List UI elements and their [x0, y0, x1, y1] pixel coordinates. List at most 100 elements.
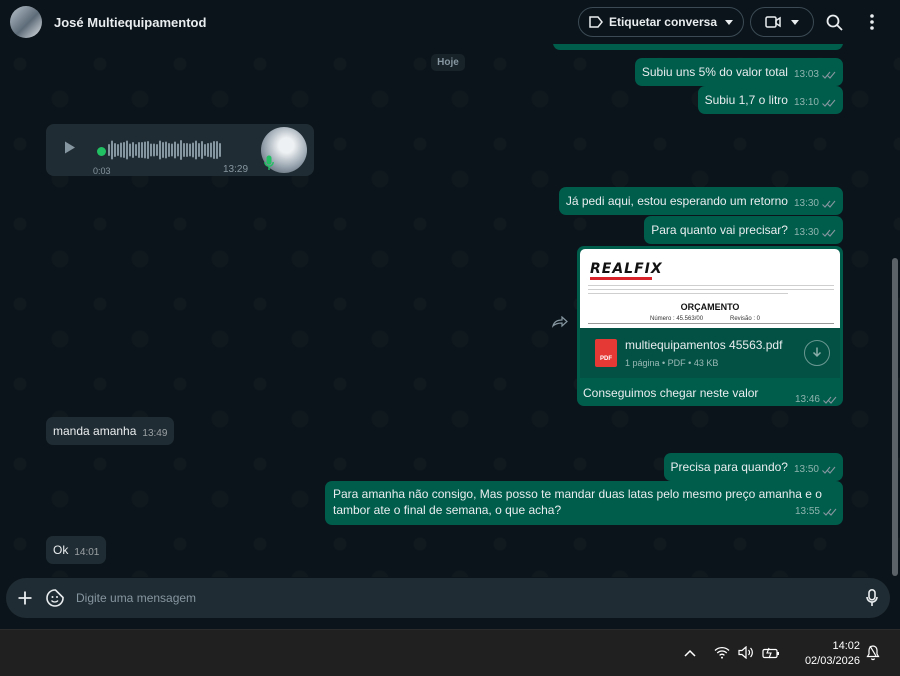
waveform-bar [183, 143, 185, 157]
notification-icon[interactable] [866, 645, 880, 661]
message-time: 13:46 [794, 394, 820, 405]
pdf-file-name: multiequipamentos 45563.pdf [625, 338, 783, 352]
double-check-icon [823, 396, 837, 404]
play-button[interactable] [64, 141, 76, 154]
message-outgoing[interactable]: Subiu 1,7 o litro 13:10 [697, 86, 843, 114]
day-separator: Hoje [431, 54, 465, 71]
menu-button[interactable] [854, 4, 890, 40]
chevron-down-icon [725, 19, 733, 25]
contact-avatar[interactable] [10, 6, 42, 38]
double-check-icon [822, 71, 836, 79]
message-incoming[interactable]: manda amanha 13:49 [46, 417, 175, 445]
waveform-bar [129, 143, 131, 157]
volume-icon[interactable] [738, 646, 755, 659]
download-button[interactable] [804, 340, 830, 366]
waveform-bar [192, 142, 194, 158]
waveform-bar [159, 140, 161, 160]
message-outgoing[interactable]: Já pedi aqui, estou esperando um retorno… [558, 187, 843, 215]
message-outgoing[interactable]: Subiu uns 5% do valor total 13:03 [634, 58, 843, 86]
message-text: Subiu uns 5% do valor total [641, 65, 788, 79]
message-text: Já pedi aqui, estou esperando um retorno [565, 194, 788, 208]
forward-icon[interactable] [552, 316, 568, 328]
waveform-bar [123, 142, 125, 158]
double-check-icon [822, 466, 836, 474]
waveform-bar [207, 143, 209, 157]
waveform-bar [213, 141, 215, 159]
audio-message: 0:03 13:29 [46, 124, 314, 176]
message-outgoing[interactable]: Para quanto vai precisar? 13:30 [644, 216, 843, 244]
waveform-bar [168, 143, 170, 157]
label-conversation-button[interactable]: Etiquetar conversa [577, 7, 744, 37]
wifi-icon[interactable] [714, 646, 730, 659]
waveform-bar [174, 141, 176, 159]
waveform-bar [144, 141, 146, 159]
pdf-file-info[interactable]: PDF multiequipamentos 45563.pdf 1 página… [580, 328, 840, 378]
message-input[interactable] [76, 591, 866, 605]
message-text: Precisa para quando? [670, 460, 788, 474]
sticker-button[interactable] [46, 589, 64, 607]
chat-header: José Multiequipamentod Etiquetar convers… [0, 0, 900, 44]
pdf-file-meta: 1 página • PDF • 43 KB [625, 358, 719, 368]
waveform-bar [156, 144, 158, 156]
waveform-bar [204, 144, 206, 156]
waveform-bar [162, 142, 164, 158]
pdf-preview[interactable]: REALFIX ORÇAMENTO Número : 45.563/00 Rev… [580, 249, 840, 328]
waveform-bar [132, 142, 134, 158]
message-time: 13:03 [793, 69, 819, 80]
audio-waveform[interactable] [108, 139, 224, 161]
waveform-bar [195, 140, 197, 160]
attach-button[interactable] [18, 591, 32, 605]
double-check-icon [822, 229, 836, 237]
more-vertical-icon [870, 14, 874, 30]
message-text: Para amanha não consigo, Mas posso te ma… [333, 487, 822, 517]
plus-icon [18, 591, 32, 605]
audio-progress-knob[interactable] [97, 147, 106, 156]
sticker-icon [46, 589, 64, 607]
waveform-bar [111, 140, 113, 160]
waveform-bar [198, 143, 200, 157]
message-outgoing[interactable]: Precisa para quando? 13:50 [663, 453, 843, 481]
search-button[interactable] [816, 4, 852, 40]
waveform-bar [120, 142, 122, 158]
message-incoming[interactable]: Ok 14:01 [46, 536, 107, 564]
chat-scrollbar[interactable] [892, 258, 898, 576]
message-text: manda amanha [53, 424, 137, 438]
system-taskbar: 14:02 02/03/2026 [0, 629, 900, 676]
message-composer [6, 578, 890, 618]
waveform-bar [201, 141, 203, 159]
audio-current-time: 0:03 [93, 166, 111, 176]
pdf-preview-logo: REALFIX [590, 261, 663, 277]
pdf-file-icon: PDF [595, 339, 617, 367]
waveform-bar [219, 143, 221, 157]
waveform-bar [108, 144, 110, 156]
message-time: 13:29 [223, 164, 249, 175]
chevron-up-icon[interactable] [684, 649, 696, 657]
message-outgoing[interactable]: Para amanha não consigo, Mas posso te ma… [325, 481, 843, 525]
message-text: Subiu 1,7 o litro [704, 93, 788, 107]
document-message[interactable]: REALFIX ORÇAMENTO Número : 45.563/00 Rev… [577, 246, 843, 406]
taskbar-time: 14:02 [832, 640, 860, 652]
label-icon [589, 16, 603, 28]
waveform-bar [141, 142, 143, 158]
chat-area[interactable]: Hoje Subiu uns 5% do valor total 13:03 S… [0, 44, 900, 577]
contact-name[interactable]: José Multiequipamentod [54, 15, 206, 30]
double-check-icon [822, 200, 836, 208]
waveform-bar [186, 143, 188, 157]
waveform-bar [216, 141, 218, 159]
label-conversation-text: Etiquetar conversa [608, 15, 717, 29]
waveform-bar [153, 143, 155, 157]
video-call-button[interactable] [750, 7, 814, 37]
message-time: 13:55 [794, 506, 820, 517]
waveform-bar [165, 141, 167, 159]
message-time: 14:01 [74, 547, 100, 558]
play-icon [65, 141, 75, 154]
waveform-bar [114, 143, 116, 157]
taskbar-date: 02/03/2026 [804, 655, 860, 667]
taskbar-clock[interactable]: 14:02 02/03/2026 [790, 639, 860, 669]
waveform-bar [138, 142, 140, 158]
voice-record-button[interactable] [866, 589, 878, 607]
waveform-bar [171, 143, 173, 157]
waveform-bar [210, 142, 212, 158]
battery-icon[interactable] [762, 647, 780, 659]
microphone-icon [264, 155, 274, 170]
